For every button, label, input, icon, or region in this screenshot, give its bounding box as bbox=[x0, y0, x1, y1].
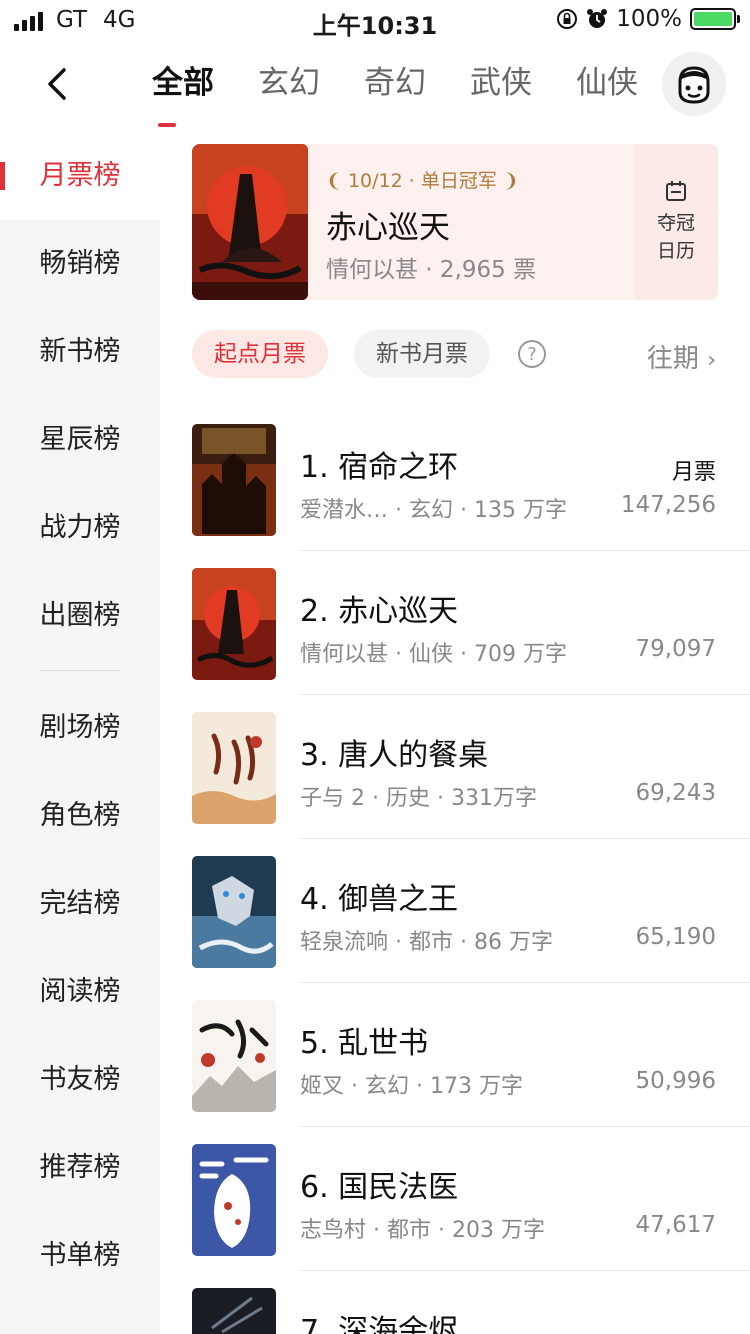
champion-tag: ❨ 10/12 · 单日冠军 ❩ bbox=[326, 166, 519, 193]
battery-percent: 100% bbox=[616, 6, 682, 32]
champion-date-label: 10/12 · 单日冠军 bbox=[347, 170, 497, 192]
book-cover bbox=[192, 1144, 276, 1256]
history-link[interactable]: 往期 › bbox=[647, 338, 716, 375]
book-cover bbox=[192, 856, 276, 968]
sidebar-item-recommend[interactable]: 推荐榜 bbox=[0, 1124, 160, 1212]
book-cover bbox=[192, 568, 276, 680]
vote-count: 79,097 bbox=[635, 636, 716, 662]
sidebar-item-booklist[interactable]: 书单榜 bbox=[0, 1212, 160, 1300]
row-divider bbox=[300, 1270, 750, 1271]
sidebar-item-character[interactable]: 角色榜 bbox=[0, 772, 160, 860]
filter-qidian-monthly[interactable]: 起点月票 bbox=[192, 330, 328, 378]
row-divider bbox=[300, 982, 750, 983]
vote-count: 69,243 bbox=[635, 780, 716, 806]
book-meta: 姬叉 · 玄幻 · 173 万字 bbox=[300, 1074, 523, 1099]
vote-label: 月票 bbox=[671, 460, 716, 485]
sidebar-item-star[interactable]: 星辰榜 bbox=[0, 396, 160, 484]
list-item[interactable]: 2. 赤心巡天 情何以甚 · 仙侠 · 709 万字 79,097 bbox=[192, 568, 750, 712]
tab-xianxia[interactable]: 仙侠 bbox=[554, 58, 660, 108]
sidebar-item-completed[interactable]: 完结榜 bbox=[0, 860, 160, 948]
vote-count: 47,617 bbox=[635, 1212, 716, 1238]
sidebar-item-friends[interactable]: 书友榜 bbox=[0, 1036, 160, 1124]
book-title: 2. 赤心巡天 bbox=[300, 594, 459, 629]
calendar-label-line1: 夺冠 bbox=[656, 212, 695, 234]
list-item[interactable]: 3. 唐人的餐桌 子与 2 · 历史 · 331万字 69,243 bbox=[192, 712, 750, 856]
tab-all[interactable]: 全部 bbox=[130, 58, 236, 108]
champion-calendar-button[interactable]: 夺冠 日历 bbox=[634, 144, 718, 300]
book-cover bbox=[192, 144, 308, 300]
calendar-icon bbox=[666, 181, 686, 201]
book-title: 5. 乱世书 bbox=[300, 1026, 429, 1061]
rotation-lock-icon bbox=[557, 9, 578, 29]
book-meta: 爱潜水… · 玄幻 · 135 万字 bbox=[300, 498, 567, 523]
row-divider bbox=[300, 1126, 750, 1127]
laurel-left-icon: ❨ bbox=[326, 170, 342, 192]
avatar[interactable] bbox=[662, 52, 726, 116]
book-title: 4. 御兽之王 bbox=[300, 882, 459, 917]
vote-count: 50,996 bbox=[635, 1068, 716, 1094]
laurel-right-icon: ❩ bbox=[502, 170, 519, 192]
sidebar-item-power[interactable]: 战力榜 bbox=[0, 484, 160, 572]
book-meta: 子与 2 · 历史 · 331万字 bbox=[300, 786, 537, 811]
sidebar-item-new-book[interactable]: 新书榜 bbox=[0, 308, 160, 396]
sidebar-item-monthly-ticket[interactable]: 月票榜 bbox=[0, 132, 160, 220]
list-item[interactable]: 7. 深海余烬 bbox=[192, 1288, 750, 1334]
list-item[interactable]: 6. 国民法医 志鸟村 · 都市 · 203 万字 47,617 bbox=[192, 1144, 750, 1288]
tab-wuxia[interactable]: 武侠 bbox=[448, 58, 554, 108]
book-title: 1. 宿命之环 bbox=[300, 450, 459, 485]
banner-book-meta: 情何以甚 · 2,965 票 bbox=[326, 257, 537, 283]
row-divider bbox=[300, 838, 750, 839]
alarm-icon bbox=[587, 9, 608, 28]
help-icon[interactable]: ? bbox=[518, 340, 546, 368]
book-meta: 情何以甚 · 仙侠 · 709 万字 bbox=[300, 642, 567, 667]
book-cover bbox=[192, 1000, 276, 1112]
sidebar-item-breakout[interactable]: 出圈榜 bbox=[0, 572, 160, 660]
book-cover bbox=[192, 424, 276, 536]
row-divider bbox=[300, 550, 750, 551]
sidebar-item-reading[interactable]: 阅读榜 bbox=[0, 948, 160, 1036]
calendar-label-line2: 日历 bbox=[656, 240, 695, 262]
category-tabs: 全部 玄幻 奇幻 武侠 仙侠 bbox=[130, 58, 660, 108]
chevron-left-icon bbox=[48, 68, 66, 100]
sidebar-divider bbox=[40, 670, 120, 671]
back-button[interactable] bbox=[40, 66, 76, 102]
banner-book-title: 赤心巡天 bbox=[326, 210, 450, 246]
status-bar: GT 4G 上午10:31 100% bbox=[0, 0, 750, 40]
tab-xuanhuan[interactable]: 玄幻 bbox=[236, 58, 342, 108]
vote-count: 65,190 bbox=[635, 924, 716, 950]
tab-qihuan[interactable]: 奇幻 bbox=[342, 58, 448, 108]
list-item[interactable]: 5. 乱世书 姬叉 · 玄幻 · 173 万字 50,996 bbox=[192, 1000, 750, 1144]
list-item[interactable]: 1. 宿命之环 月票 爱潜水… · 玄幻 · 135 万字 147,256 bbox=[192, 424, 750, 568]
row-divider bbox=[300, 694, 750, 695]
chevron-right-icon: › bbox=[707, 348, 716, 373]
user-avatar-icon bbox=[678, 66, 710, 104]
filter-new-book-monthly[interactable]: 新书月票 bbox=[354, 330, 490, 378]
rank-sidebar: 月票榜 畅销榜 新书榜 星辰榜 战力榜 出圈榜 剧场榜 角色榜 完结榜 阅读榜 … bbox=[0, 132, 160, 1334]
list-item[interactable]: 4. 御兽之王 轻泉流响 · 都市 · 86 万字 65,190 bbox=[192, 856, 750, 1000]
sidebar-item-bestseller[interactable]: 畅销榜 bbox=[0, 220, 160, 308]
book-title: 3. 唐人的餐桌 bbox=[300, 738, 489, 773]
book-meta: 轻泉流响 · 都市 · 86 万字 bbox=[300, 930, 553, 955]
book-title: 7. 深海余烬 bbox=[300, 1314, 459, 1334]
battery-icon bbox=[690, 8, 740, 30]
active-tab-indicator bbox=[158, 123, 176, 127]
history-label: 往期 bbox=[646, 344, 699, 374]
book-title: 6. 国民法医 bbox=[300, 1170, 459, 1205]
book-cover bbox=[192, 1288, 276, 1334]
sidebar-item-theater[interactable]: 剧场榜 bbox=[0, 684, 160, 772]
vote-count: 147,256 bbox=[620, 492, 716, 518]
book-meta: 志鸟村 · 都市 · 203 万字 bbox=[300, 1218, 545, 1243]
daily-champion-banner[interactable]: ❨ 10/12 · 单日冠军 ❩ 赤心巡天 情何以甚 · 2,965 票 夺冠 … bbox=[192, 144, 718, 300]
book-cover bbox=[192, 712, 276, 824]
